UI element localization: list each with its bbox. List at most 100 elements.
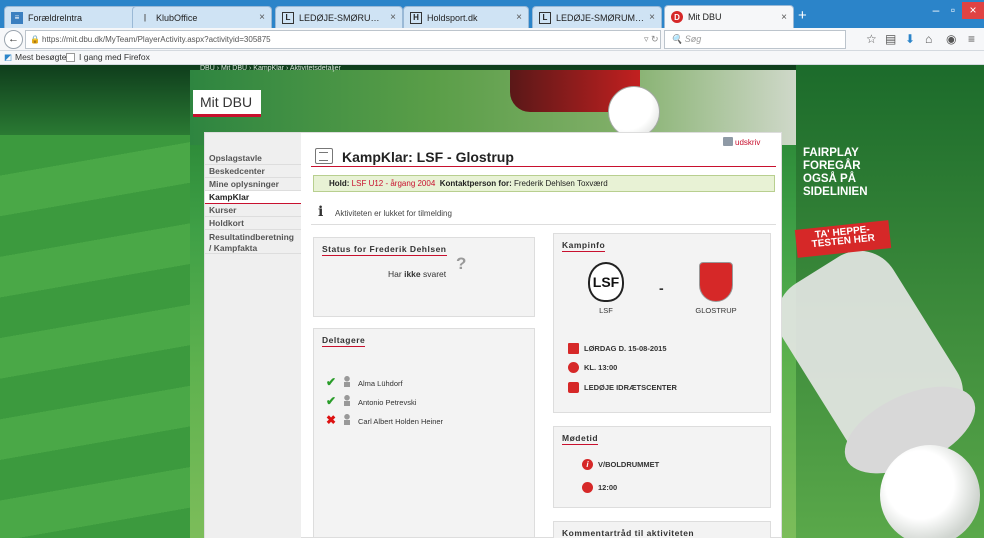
info-alert-icon: i (582, 459, 593, 470)
clock-icon (582, 482, 593, 493)
side-menu: Opslagstavle Beskedcenter Mine oplysning… (205, 133, 301, 538)
reload-icon[interactable]: ▿ ↻ (644, 31, 659, 48)
page-title: KampKlar: LSF - Glostrup (342, 149, 514, 165)
person-icon (342, 414, 352, 425)
cross-icon: ✖ (326, 413, 337, 427)
meeting-title: Mødetid (562, 433, 599, 445)
close-icon[interactable]: × (259, 12, 265, 23)
close-icon[interactable]: × (649, 12, 655, 23)
folder-icon (66, 53, 75, 62)
lsf-icon: L (282, 11, 294, 24)
question-icon: ? (456, 254, 467, 273)
menu-item-opslagstavle[interactable]: Opslagstavle (205, 152, 301, 165)
participant-name: Carl Albert Holden Heiner (358, 417, 444, 426)
dbu-icon: D (671, 11, 683, 23)
breadcrumb[interactable]: DBU › Mit DBU › KampKlar › Aktivitetsdet… (200, 65, 341, 72)
tab-lsf-1[interactable]: L LEDØJE-SMØRUM FODBOLD × (275, 6, 403, 28)
activity-closed-notice: Aktiviteten er lukket for tilmelding (335, 209, 452, 218)
browser-tabbar: ≡ Forældrelntra × | KlubOffice × L LEDØJ… (0, 0, 984, 28)
menu-item-kurser[interactable]: Kurser (205, 204, 301, 217)
search-input[interactable]: 🔍 Søg (664, 30, 846, 49)
window-close-button[interactable]: × (962, 2, 984, 19)
away-team-name: GLOSTRUP (695, 306, 737, 315)
clock-icon (568, 362, 579, 373)
star-icon[interactable]: ☆ (866, 32, 877, 46)
person-icon (342, 395, 352, 406)
home-icon[interactable]: ⌂ (925, 32, 932, 46)
participants-title: Deltagere (322, 335, 366, 347)
reading-list-icon[interactable]: ▤ (885, 32, 896, 46)
minimize-button[interactable]: – (928, 2, 944, 19)
participant-name: Antonio Petrevski (358, 398, 417, 407)
status-title: Status for Frederik Dehlsen (322, 244, 447, 256)
calendar-icon (568, 343, 579, 354)
match-separator: - (659, 280, 664, 296)
menu-item-mine-oplysninger[interactable]: Mine oplysninger (205, 178, 301, 191)
info-icon: i (318, 204, 324, 220)
maximize-button[interactable]: ▫ (945, 2, 961, 19)
menu-icon[interactable]: ≡ (968, 32, 975, 46)
close-icon[interactable]: × (390, 12, 396, 23)
tab-mit-dbu[interactable]: D Mit DBU × (664, 5, 794, 28)
glostrup-logo (699, 262, 733, 302)
menu-item-holdkort[interactable]: Holdkort (205, 217, 301, 230)
participant-row: ✔ Alma Lühdorf (326, 375, 403, 389)
team-link[interactable]: LSF U12 - årgang 2004 (352, 179, 436, 188)
match-info-box: Kampinfo LSF LSF - GLOSTRUP LØRDAG D. 15… (553, 233, 771, 413)
new-tab-button[interactable]: + (798, 7, 807, 24)
match-info-title: Kampinfo (562, 240, 606, 252)
content-panel: Opslagstavle Beskedcenter Mine oplysning… (204, 132, 782, 538)
chat-icon[interactable]: ◉ (946, 32, 956, 46)
banner-football (608, 86, 660, 138)
participants-box: Deltagere ✔ Alma Lühdorf ✔ Antonio Petrevs… (313, 328, 535, 538)
status-box: Status for Frederik Dehlsen Har ikke sva… (313, 237, 535, 317)
klub-icon: | (143, 13, 147, 22)
check-icon: ✔ (326, 375, 337, 389)
match-venue[interactable]: LEDØJE IDRÆTSCENTER (568, 382, 677, 394)
participant-row: ✖ Carl Albert Holden Heiner (326, 413, 443, 427)
bookmark-icon: ◩ (4, 52, 13, 62)
site-header-title[interactable]: Mit DBU (193, 90, 261, 117)
person-icon (342, 376, 352, 387)
menu-item-resultatindberetning[interactable]: Resultatindberetning / Kampfakta (205, 230, 301, 254)
close-icon[interactable]: × (781, 12, 787, 23)
bookmark-getting-started[interactable]: I gang med Firefox (79, 51, 150, 64)
menu-item-kampklar[interactable]: KampKlar (205, 191, 301, 204)
tab-holdsport[interactable]: H Holdsport.dk × (403, 6, 529, 28)
close-icon[interactable]: × (516, 12, 522, 23)
status-text: Har ikke svaret (388, 269, 447, 279)
background-pitch (0, 135, 190, 538)
team-info-bar: Hold: LSF U12 - årgang 2004 Kontaktperso… (313, 175, 775, 192)
comments-box: Kommentartråd til aktiviteten (553, 521, 771, 538)
browser-navbar: ← 🔒 https://mit.dbu.dk/MyTeam/PlayerActi… (0, 28, 984, 51)
holdsport-icon: H (410, 11, 422, 24)
url-bar[interactable]: 🔒 https://mit.dbu.dk/MyTeam/PlayerActivi… (25, 30, 661, 49)
printer-icon[interactable] (723, 137, 733, 146)
info-divider (311, 224, 776, 225)
match-date: LØRDAG D. 15-08-2015 (568, 343, 667, 355)
meeting-box: Mødetid i V/BOLDRUMMET 12:00 (553, 426, 771, 508)
print-link[interactable]: udskriv (735, 138, 760, 147)
contact-person: Frederik Dehlsen Toxværd (513, 179, 608, 188)
bookmarks-bar: ◩ Mest besøgte I gang med Firefox (0, 51, 984, 65)
lsf-logo: LSF (588, 262, 624, 302)
home-team: LSF LSF (576, 262, 636, 315)
lsf-icon: L (539, 11, 551, 24)
comments-title: Kommentartråd til aktiviteten (562, 528, 695, 538)
search-icon: 🔍 (671, 34, 683, 44)
tab-lsf-2[interactable]: L LEDØJE-SMØRUM FODBOLD × (532, 6, 662, 28)
meeting-time: 12:00 (582, 482, 617, 494)
calendar-list-icon (315, 148, 333, 164)
participant-row: ✔ Antonio Petrevski (326, 394, 416, 408)
bookmark-most-visited[interactable]: Mest besøgte (15, 51, 67, 64)
check-icon: ✔ (326, 394, 337, 408)
menu-item-beskedcenter[interactable]: Beskedcenter (205, 165, 301, 178)
forum-icon: ≡ (11, 11, 23, 24)
tab-kluboffice[interactable]: | KlubOffice × (132, 6, 272, 28)
download-icon[interactable]: ⬇ (905, 32, 915, 46)
lock-icon: 🔒 (30, 35, 40, 44)
participant-name: Alma Lühdorf (358, 379, 403, 388)
back-button[interactable]: ← (4, 30, 23, 49)
away-team: GLOSTRUP (686, 262, 746, 315)
ad-football (880, 445, 980, 538)
